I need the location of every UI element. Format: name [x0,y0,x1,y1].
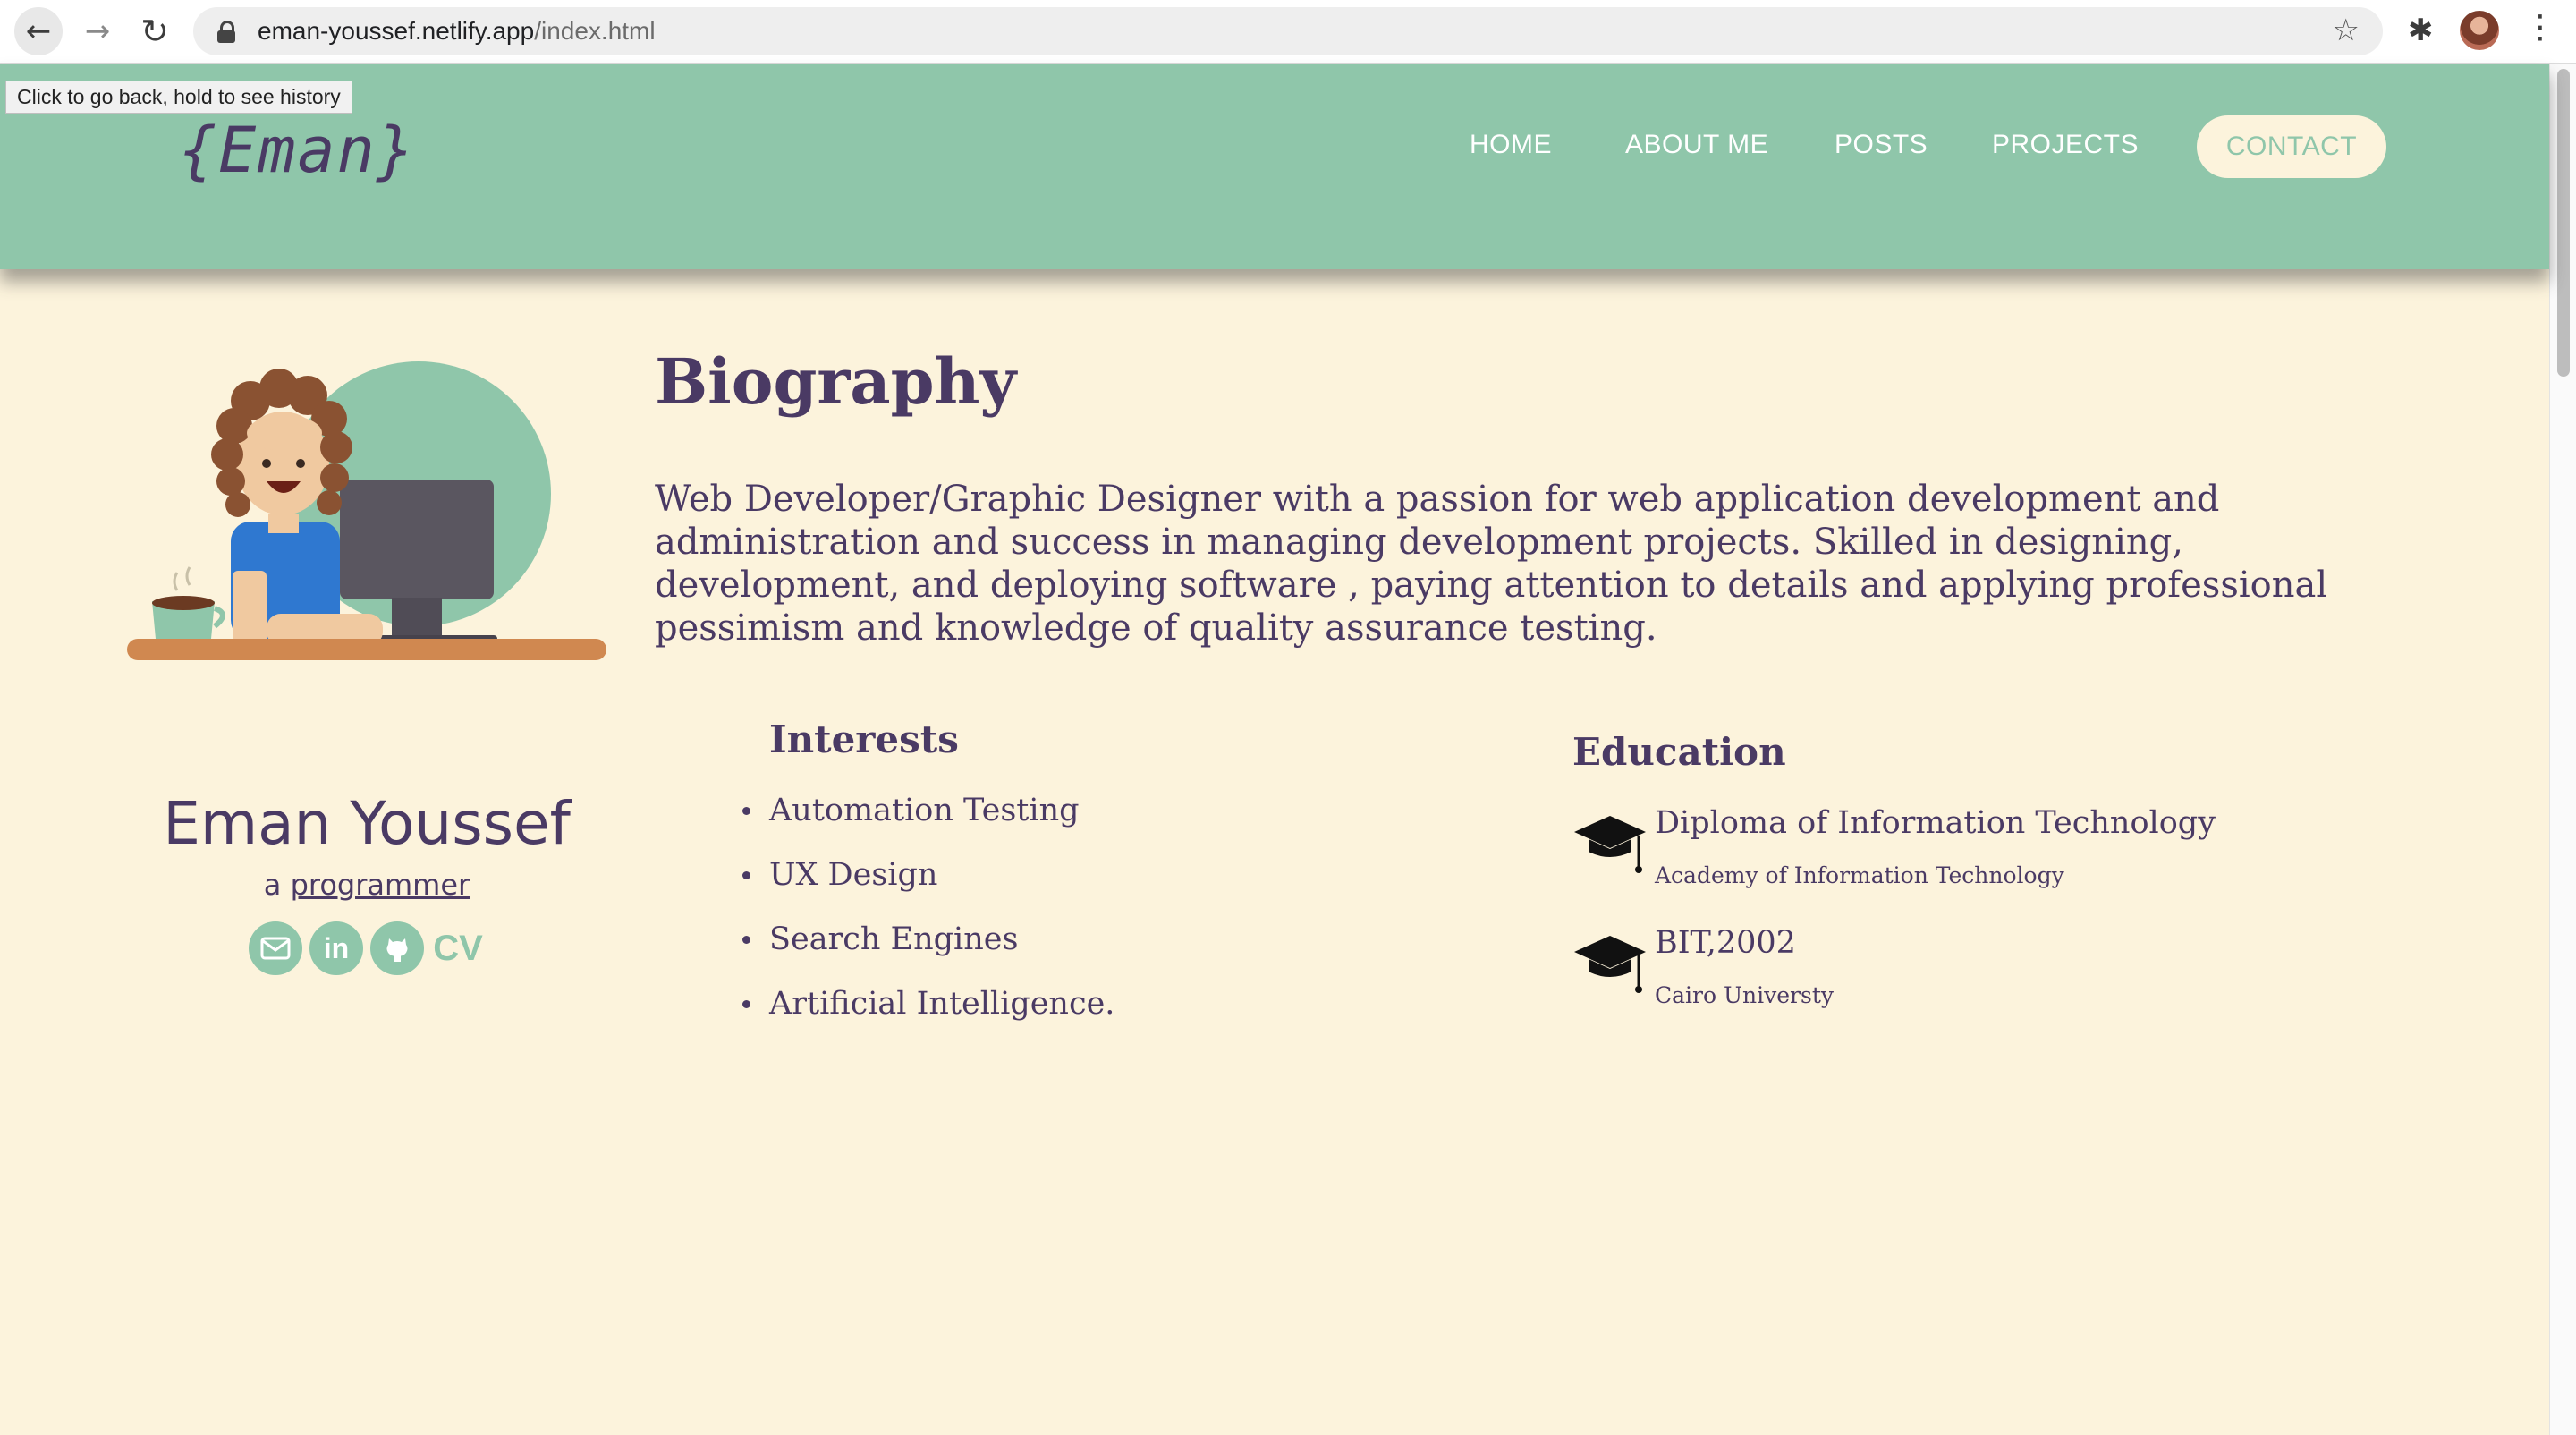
nav-contact-button[interactable]: CONTACT [2197,115,2386,178]
page-title: Biography [655,344,1017,419]
education-heading: Education [1572,730,1786,774]
interests-list: Automation Testing UX Design Search Engi… [741,787,1114,1045]
profile-name: Eman Youssef [163,789,571,858]
graduation-cap-icon [1574,936,1646,993]
star-icon[interactable]: ☆ [2333,13,2360,48]
cv-link[interactable]: CV [431,921,485,975]
address-bar[interactable]: eman-youssef.netlify.app/index.html ☆ [193,7,2383,55]
graduation-cap-icon [1574,816,1646,873]
site-header: {Eman} HOME ABOUT ME POSTS PROJECTS CONT… [0,64,2549,269]
back-arrow-icon[interactable]: ← [14,7,63,55]
list-item: UX Design [741,852,1114,916]
page-scrollbar[interactable] [2549,64,2576,1435]
interests-heading: Interests [769,718,959,761]
social-links: in CV [249,921,485,975]
profile-avatar[interactable] [2460,11,2499,50]
mail-icon[interactable] [249,921,302,975]
url-host: eman-youssef.netlify.app [258,17,535,45]
github-icon[interactable] [370,921,424,975]
nav-about-me[interactable]: ABOUT ME [1625,130,1768,160]
scrollbar-thumb[interactable] [2557,69,2570,377]
school-name: Cairo Universty [1655,982,1835,1008]
site-logo[interactable]: {Eman} [179,114,416,187]
linkedin-icon[interactable]: in [309,921,363,975]
forward-arrow-icon[interactable]: → [73,7,122,55]
lock-icon[interactable] [216,21,236,43]
reload-icon[interactable]: ↻ [131,7,179,55]
role-word: programmer [290,868,470,902]
list-item: Artificial Intelligence. [741,981,1114,1045]
nav-home[interactable]: HOME [1470,130,1552,160]
degree-title: Diploma of Information Technology [1655,805,2216,841]
nav-posts[interactable]: POSTS [1835,130,1928,160]
list-item: Automation Testing [741,787,1114,852]
back-button-tooltip: Click to go back, hold to see history [5,81,352,114]
list-item: Search Engines [741,916,1114,981]
nav-projects[interactable]: PROJECTS [1992,130,2139,160]
role-prefix: a [263,868,291,902]
url-path: /index.html [534,17,656,45]
bio-paragraph: Web Developer/Graphic Designer with a pa… [655,479,2328,649]
puzzle-extension-icon[interactable]: ✱ [2408,13,2434,48]
programmer-illustration [127,361,606,660]
profile-role: a programmer [125,868,608,902]
browser-toolbar: ← → ↻ eman-youssef.netlify.app/index.htm… [0,0,2576,64]
school-name: Academy of Information Technology [1655,862,2064,888]
more-menu-icon[interactable]: ⋮ [2524,9,2556,46]
degree-title: BIT,2002 [1655,925,1796,961]
